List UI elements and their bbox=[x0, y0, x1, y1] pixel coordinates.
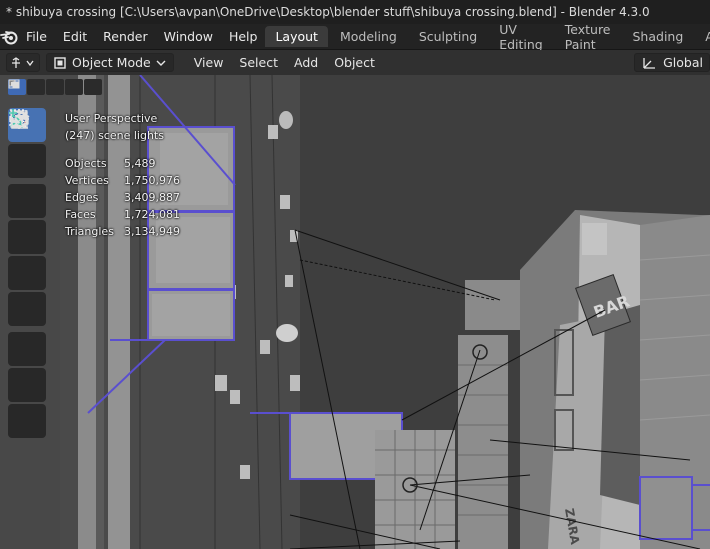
menu-file[interactable]: File bbox=[18, 29, 55, 44]
object-mode-dropdown[interactable]: Object Mode bbox=[46, 53, 174, 72]
annotate-icon[interactable] bbox=[8, 111, 46, 366]
stat-value: 1,724,081 bbox=[124, 208, 180, 221]
top-menu-bar: File Edit Render Window Help Layout Mode… bbox=[0, 22, 710, 52]
editor-type-button[interactable] bbox=[6, 53, 40, 72]
stat-label: Objects bbox=[65, 157, 107, 170]
scale-icon[interactable] bbox=[8, 110, 46, 290]
header-menu-view[interactable]: View bbox=[186, 55, 232, 70]
cursor-icon[interactable] bbox=[8, 109, 46, 178]
select-subtract-icon[interactable] bbox=[9, 79, 64, 95]
menu-window[interactable]: Window bbox=[156, 29, 221, 44]
transform-orientation-dropdown[interactable]: Global bbox=[634, 53, 710, 72]
stat-row-edges: Edges 3,409,887 bbox=[65, 189, 180, 206]
viewport-info-overlay: User Perspective (247) scene lights Obje… bbox=[65, 110, 180, 240]
stat-row-objects: Objects 5,489 bbox=[65, 155, 180, 172]
3d-viewport[interactable]: BAR ZARA User Perspective (247) scene li… bbox=[0, 75, 710, 549]
orientation-icon bbox=[643, 57, 656, 69]
tab-sculpting[interactable]: Sculpting bbox=[409, 26, 487, 47]
menu-render[interactable]: Render bbox=[95, 29, 156, 44]
stat-label: Faces bbox=[65, 208, 96, 221]
menu-edit[interactable]: Edit bbox=[55, 29, 95, 44]
transform-icon[interactable] bbox=[8, 109, 46, 326]
header-menu-select[interactable]: Select bbox=[231, 55, 286, 70]
stat-value: 1,750,976 bbox=[124, 174, 180, 187]
measure-icon[interactable] bbox=[8, 110, 46, 402]
object-mode-label: Object Mode bbox=[72, 55, 151, 70]
tool-shelf bbox=[8, 108, 46, 440]
add-cube-icon[interactable] bbox=[8, 109, 46, 438]
stat-value: 3,409,887 bbox=[124, 191, 180, 204]
tab-animation[interactable]: Ar bbox=[695, 26, 710, 47]
scene-stats: Objects 5,489 Vertices 1,750,976 Edges 3… bbox=[65, 155, 180, 240]
move-icon[interactable] bbox=[8, 109, 46, 218]
select-extend-icon[interactable] bbox=[9, 79, 45, 95]
stat-row-triangles: Triangles 3,134,949 bbox=[65, 223, 180, 240]
select-intersect-icon[interactable] bbox=[8, 79, 102, 95]
stat-value: 5,489 bbox=[124, 157, 156, 170]
stat-label: Edges bbox=[65, 191, 99, 204]
blender-logo-icon[interactable] bbox=[0, 24, 18, 50]
stat-value: 3,134,949 bbox=[124, 225, 180, 238]
menu-help[interactable]: Help bbox=[221, 29, 266, 44]
header-menu-object[interactable]: Object bbox=[326, 55, 383, 70]
select-invert-icon[interactable] bbox=[8, 79, 83, 95]
viewport-header: Object Mode View Select Add Object Globa… bbox=[0, 50, 710, 75]
object-mode-icon bbox=[54, 56, 66, 69]
tab-modeling[interactable]: Modeling bbox=[330, 26, 407, 47]
stat-row-vertices: Vertices 1,750,976 bbox=[65, 172, 180, 189]
window-title: * shibuya crossing [C:\Users\avpan\OneDr… bbox=[6, 5, 650, 19]
stat-label: Vertices bbox=[65, 174, 109, 187]
orientation-label: Global bbox=[663, 55, 703, 70]
stat-row-faces: Faces 1,724,081 bbox=[65, 206, 180, 223]
tab-layout[interactable]: Layout bbox=[265, 26, 328, 47]
editor-type-icon bbox=[12, 56, 34, 68]
view-name: User Perspective bbox=[65, 112, 158, 125]
rotate-icon[interactable] bbox=[8, 111, 46, 254]
selection-mode-group bbox=[8, 79, 102, 95]
chevron-down-icon bbox=[156, 60, 166, 66]
tab-shading[interactable]: Shading bbox=[623, 26, 694, 47]
stat-label: Triangles bbox=[65, 225, 114, 238]
header-menu-add[interactable]: Add bbox=[286, 55, 326, 70]
collection-info: (247) scene lights bbox=[65, 129, 164, 142]
